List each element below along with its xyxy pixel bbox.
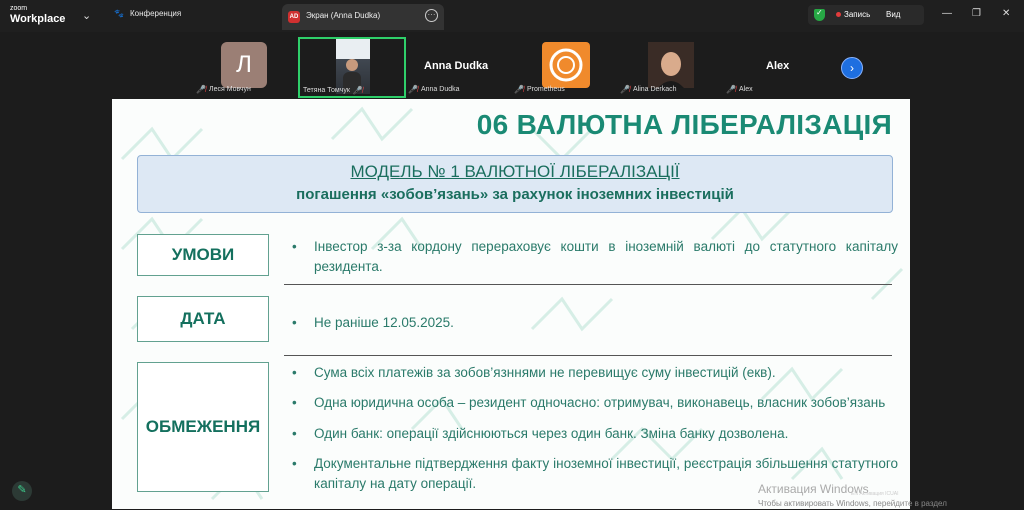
mic-off-icon: 🎤̸ bbox=[514, 85, 524, 94]
tab-avatar: AD bbox=[288, 11, 300, 23]
participant-display-name: Anna Dudka bbox=[424, 60, 489, 72]
record-dot-icon bbox=[836, 12, 841, 17]
shared-slide: 06 ВАЛЮТНА ЛІБЕРАЛІЗАЦІЯ МОДЕЛЬ № 1 ВАЛЮ… bbox=[112, 99, 910, 509]
participant-tile[interactable]: Л 🎤̸ Леся Мовчун bbox=[196, 38, 292, 96]
label-umovy: УМОВИ bbox=[137, 234, 269, 276]
bullet-item: • Сума всіх платежів за зобов’язннями не … bbox=[292, 363, 898, 383]
participant-tile[interactable]: 🎤̸ Alina Derkach bbox=[620, 38, 716, 96]
prometheus-logo bbox=[542, 42, 590, 88]
logo-line2: Workplace bbox=[10, 13, 66, 25]
bullet-text: Інвестор з-за кордону перераховує кошти … bbox=[314, 239, 898, 274]
bullet-text: Один банк: операції здійснюються через о… bbox=[314, 426, 789, 441]
minimize-icon[interactable]: — bbox=[942, 8, 952, 19]
bullet-item: • Не раніше 12.05.2025. bbox=[292, 313, 898, 333]
divider bbox=[284, 284, 892, 285]
annotate-pen-icon[interactable]: ✎ bbox=[12, 481, 32, 501]
logo-line1: zoom bbox=[10, 5, 28, 12]
participant-name: Prometheus bbox=[526, 86, 565, 93]
participants-strip: Л 🎤̸ Леся Мовчун Тетяна Томчук 🎤̸ Anna Dud… bbox=[0, 32, 1024, 98]
avatar: Л bbox=[221, 42, 267, 88]
bullet-item: • Один банк: операції здійснюються через … bbox=[292, 424, 898, 444]
model-header-box: МОДЕЛЬ № 1 ВАЛЮТНОЇ ЛІБЕРАЛІЗАЦІЇ погаше… bbox=[137, 155, 893, 213]
bullet-text: Не раніше 12.05.2025. bbox=[314, 315, 454, 330]
participant-name: Alex bbox=[738, 86, 753, 93]
shield-icon[interactable] bbox=[814, 8, 825, 21]
restore-icon[interactable]: ❐ bbox=[972, 8, 981, 19]
more-icon[interactable]: ··· bbox=[425, 9, 438, 22]
paw-icon: 🐾 bbox=[114, 9, 124, 18]
participant-tile[interactable]: 🎤̸ Prometheus bbox=[514, 38, 610, 96]
record-view-area: Запись Вид bbox=[808, 5, 924, 25]
record-button[interactable]: Запись bbox=[836, 10, 870, 19]
participant-name: Anna Dudka bbox=[420, 86, 460, 93]
label-obmezhennia: ОБМЕЖЕННЯ bbox=[137, 362, 269, 492]
record-label: Запись bbox=[844, 10, 871, 19]
bullet-text: Сума всіх платежів за зобов’язннями не п… bbox=[314, 365, 776, 380]
participant-name: Леся Мовчун bbox=[208, 86, 251, 93]
mic-off-icon: 🎤̸ bbox=[352, 86, 363, 95]
language-indicator: EN Активация ICUAI bbox=[851, 491, 899, 497]
avatar-photo bbox=[648, 42, 694, 88]
participant-tile-active[interactable]: Тетяна Томчук 🎤̸ bbox=[298, 37, 406, 98]
conference-label: Конференция bbox=[129, 9, 182, 18]
conference-button[interactable]: 🐾 Конференция bbox=[114, 9, 181, 18]
bullet-item: • Одна юридична особа – резидент одночасн… bbox=[292, 393, 898, 413]
divider bbox=[284, 355, 892, 356]
participant-name: Alina Derkach bbox=[632, 86, 677, 93]
zoom-logo: zoom Workplace bbox=[10, 5, 65, 25]
bullet-item: • Інвестор з-за кордону перераховує кошти… bbox=[292, 237, 898, 277]
view-button[interactable]: Вид bbox=[886, 10, 900, 19]
title-bar: zoom Workplace ⌄ 🐾 Конференция AD Экран … bbox=[0, 0, 1024, 32]
bullet-text: Одна юридична особа – резидент одночасно… bbox=[314, 395, 886, 410]
model-title: МОДЕЛЬ № 1 ВАЛЮТНОЇ ЛІБЕРАЛІЗАЦІЇ bbox=[350, 162, 680, 181]
mic-off-icon: 🎤̸ bbox=[620, 85, 630, 94]
participant-name: Тетяна Томчук bbox=[303, 87, 350, 94]
windows-activation-subtitle: Чтобы активировать Windows, перейдите в … bbox=[758, 499, 947, 508]
close-icon[interactable]: ✕ bbox=[1002, 8, 1010, 19]
mic-off-icon: 🎤̸ bbox=[726, 85, 736, 94]
model-subtitle: погашення «зобов’язань» за рахунок інозе… bbox=[296, 186, 734, 203]
chevron-down-icon[interactable]: ⌄ bbox=[82, 9, 91, 22]
label-data: ДАТА bbox=[137, 296, 269, 342]
slide-title: 06 ВАЛЮТНА ЛІБЕРАЛІЗАЦІЯ bbox=[476, 109, 892, 140]
tab-label: Экран (Anna Dudka) bbox=[306, 11, 381, 20]
participant-tile[interactable]: Anna Dudka 🎤̸ Anna Dudka bbox=[408, 38, 504, 96]
participant-tile[interactable]: Alex 🎤̸ Alex bbox=[726, 38, 822, 96]
mic-off-icon: 🎤̸ bbox=[196, 85, 206, 94]
next-page-icon[interactable]: › bbox=[841, 57, 863, 79]
mic-off-icon: 🎤̸ bbox=[408, 85, 418, 94]
participant-display-name: Alex bbox=[766, 60, 790, 72]
tab-screen-share[interactable]: AD Экран (Anna Dudka) ··· bbox=[282, 4, 444, 30]
